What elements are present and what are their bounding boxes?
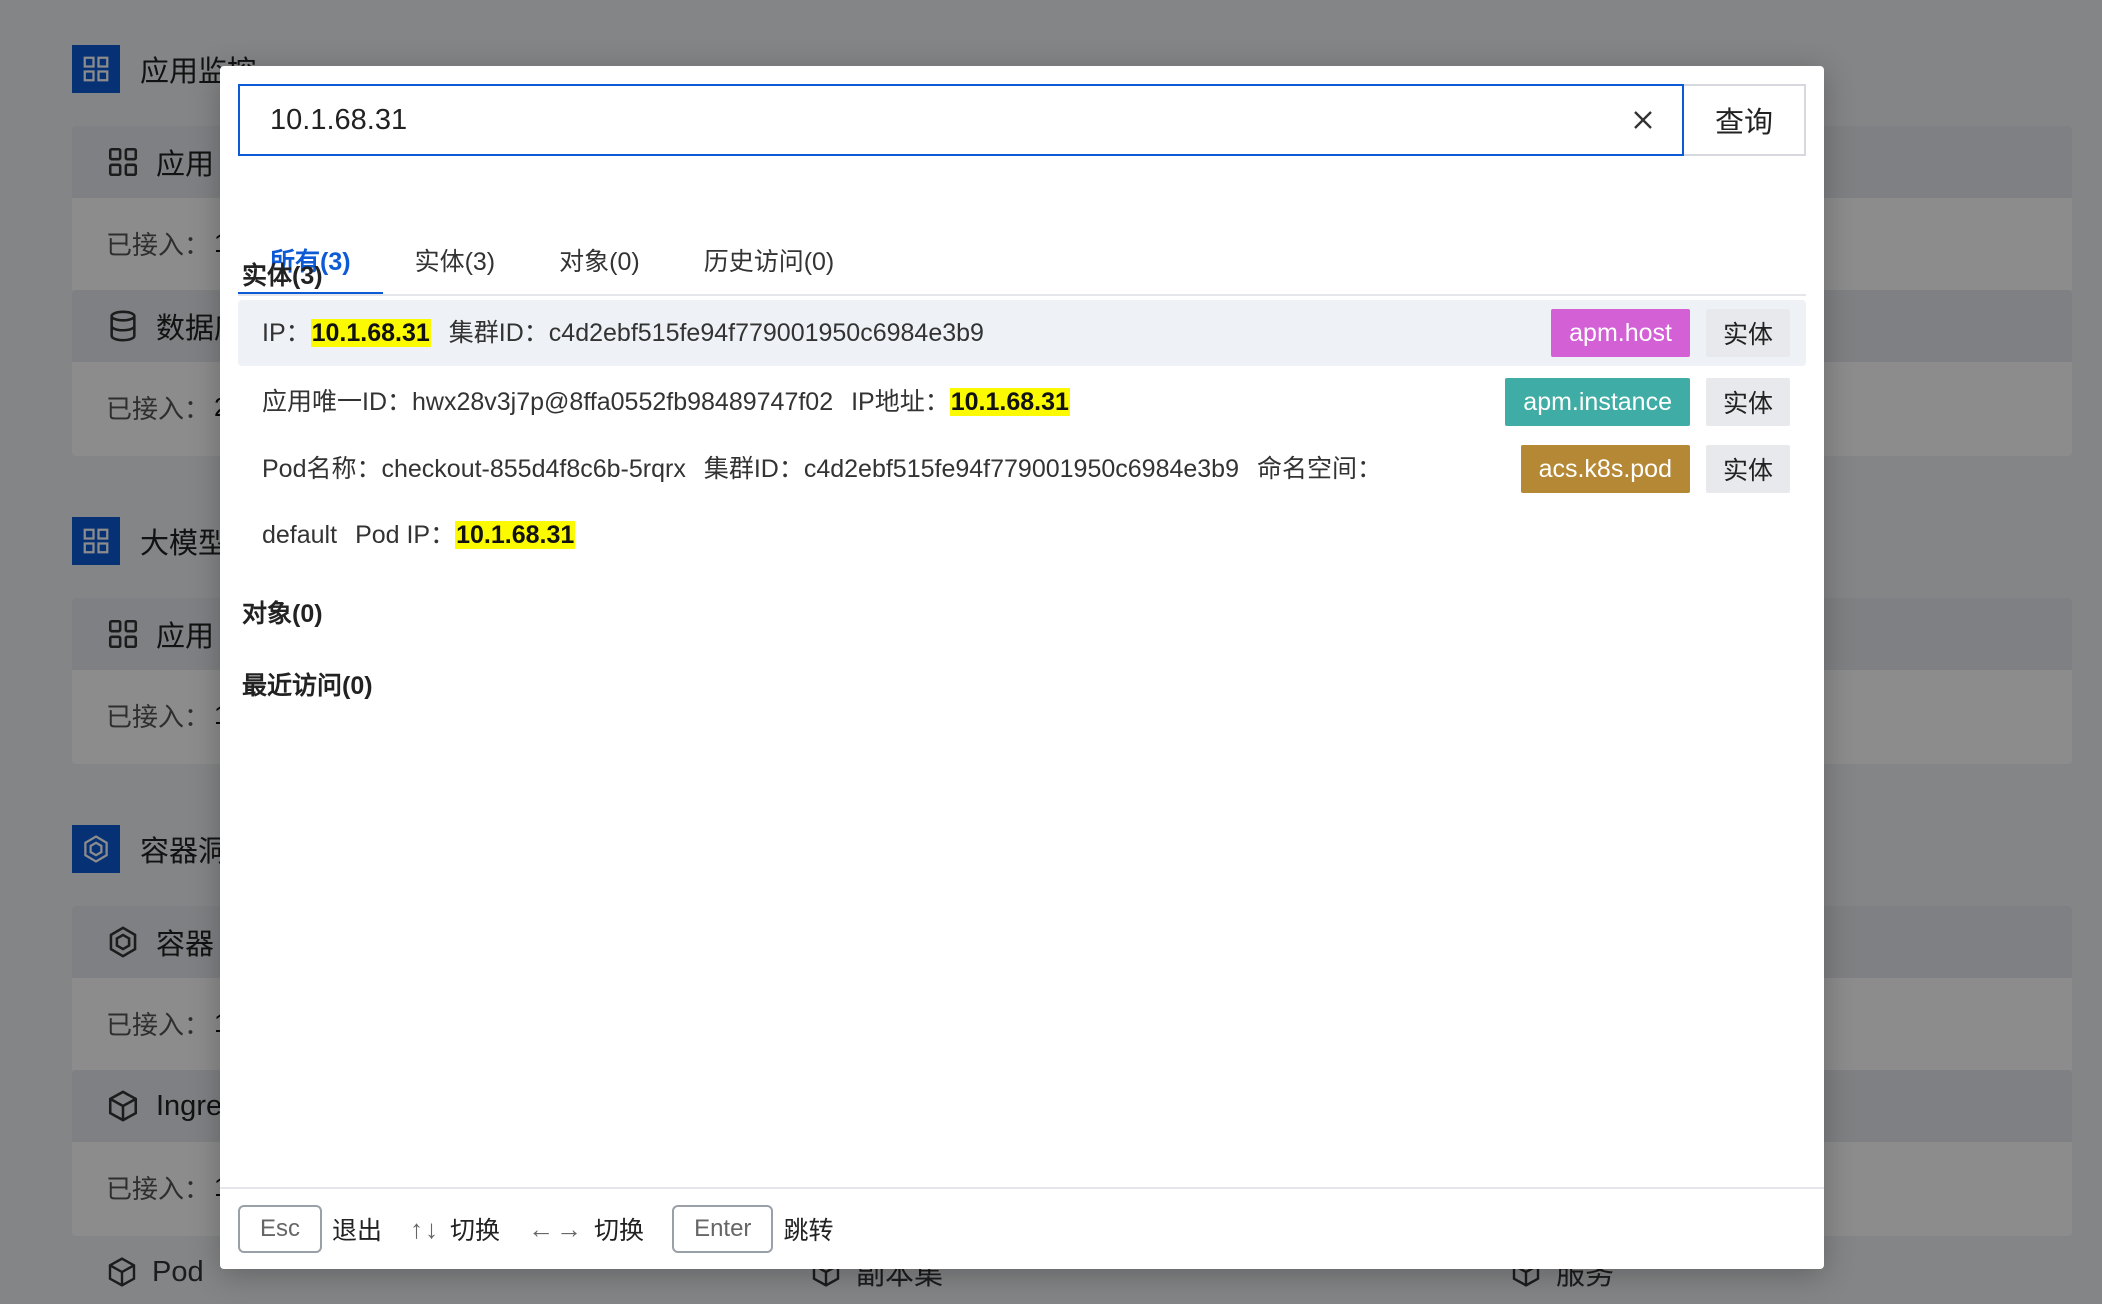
tab-history[interactable]: 历史访问(0) xyxy=(672,226,867,294)
result-text: Pod名称：checkout-855d4f8c6b-5rqrx 集群ID：c4d2… xyxy=(262,436,1521,568)
leftright-desc: 切换 xyxy=(594,1217,645,1245)
highlight-match: 10.1.68.31 xyxy=(310,319,431,347)
query-button[interactable]: 查询 xyxy=(1684,84,1806,156)
enter-desc: 跳转 xyxy=(783,1217,834,1245)
result-text: 应用唯一ID：hwx28v3j7p@8ffa0552fb98489747f02 I… xyxy=(262,369,1505,435)
field-label: 命名空间： xyxy=(1257,455,1383,483)
field-label: IP地址： xyxy=(851,388,950,416)
section-title-objects: 对象(0) xyxy=(242,600,323,628)
type-badge: apm.host xyxy=(1551,309,1690,357)
field-text: Pod名称：checkout-855d4f8c6b-5rqrx xyxy=(262,455,686,483)
result-row[interactable]: IP：10.1.68.31 集群ID：c4d2ebf515fe94f7790019… xyxy=(238,300,1806,366)
tab-objects[interactable]: 对象(0) xyxy=(527,226,672,294)
section-title-entities: 实体(3) xyxy=(242,262,323,290)
left-right-arrows-icon: ←→ xyxy=(528,1213,585,1244)
field-label: Pod IP： xyxy=(355,521,456,549)
highlight-match: 10.1.68.31 xyxy=(455,521,576,549)
result-text: IP：10.1.68.31 集群ID：c4d2ebf515fe94f7790019… xyxy=(262,300,1551,366)
type-badge: apm.instance xyxy=(1505,378,1690,426)
field-text: 集群ID：c4d2ebf515fe94f779001950c6984e3b9 xyxy=(703,455,1239,483)
section-title-recent: 最近访问(0) xyxy=(242,672,373,700)
tab-entities[interactable]: 实体(3) xyxy=(383,226,528,294)
shortcut-footer: Esc 退出 ↑↓ 切换 ←→ 切换 Enter 跳转 xyxy=(220,1187,1824,1269)
close-icon[interactable] xyxy=(1622,99,1664,141)
entity-tag[interactable]: 实体 xyxy=(1706,309,1790,357)
global-search-modal: 查询 所有(3) 实体(3) 对象(0) 历史访问(0) 实体(3) IP：10… xyxy=(220,66,1824,1269)
result-row[interactable]: 应用唯一ID：hwx28v3j7p@8ffa0552fb98489747f02 I… xyxy=(238,368,1806,436)
updown-desc: 切换 xyxy=(450,1217,501,1245)
esc-desc: 退出 xyxy=(332,1217,383,1245)
enter-key: Enter xyxy=(672,1205,774,1253)
tabs-divider xyxy=(238,294,1806,296)
search-bar: 查询 xyxy=(238,84,1806,156)
entity-tag[interactable]: 实体 xyxy=(1706,378,1790,426)
field-text: default xyxy=(262,521,338,549)
highlight-match: 10.1.68.31 xyxy=(949,388,1070,416)
search-box xyxy=(238,84,1684,156)
result-row[interactable]: Pod名称：checkout-855d4f8c6b-5rqrx 集群ID：c4d2… xyxy=(238,436,1806,568)
field-text: 应用唯一ID：hwx28v3j7p@8ffa0552fb98489747f02 xyxy=(262,388,834,416)
search-input[interactable] xyxy=(270,90,1622,150)
up-down-arrows-icon: ↑↓ xyxy=(410,1213,441,1244)
type-badge: acs.k8s.pod xyxy=(1520,445,1690,493)
result-tabs: 所有(3) 实体(3) 对象(0) 历史访问(0) xyxy=(238,226,1806,296)
field-text: 集群ID：c4d2ebf515fe94f779001950c6984e3b9 xyxy=(448,319,984,347)
field-label: IP： xyxy=(262,319,311,347)
entity-tag[interactable]: 实体 xyxy=(1706,445,1790,493)
esc-key: Esc xyxy=(238,1205,323,1253)
